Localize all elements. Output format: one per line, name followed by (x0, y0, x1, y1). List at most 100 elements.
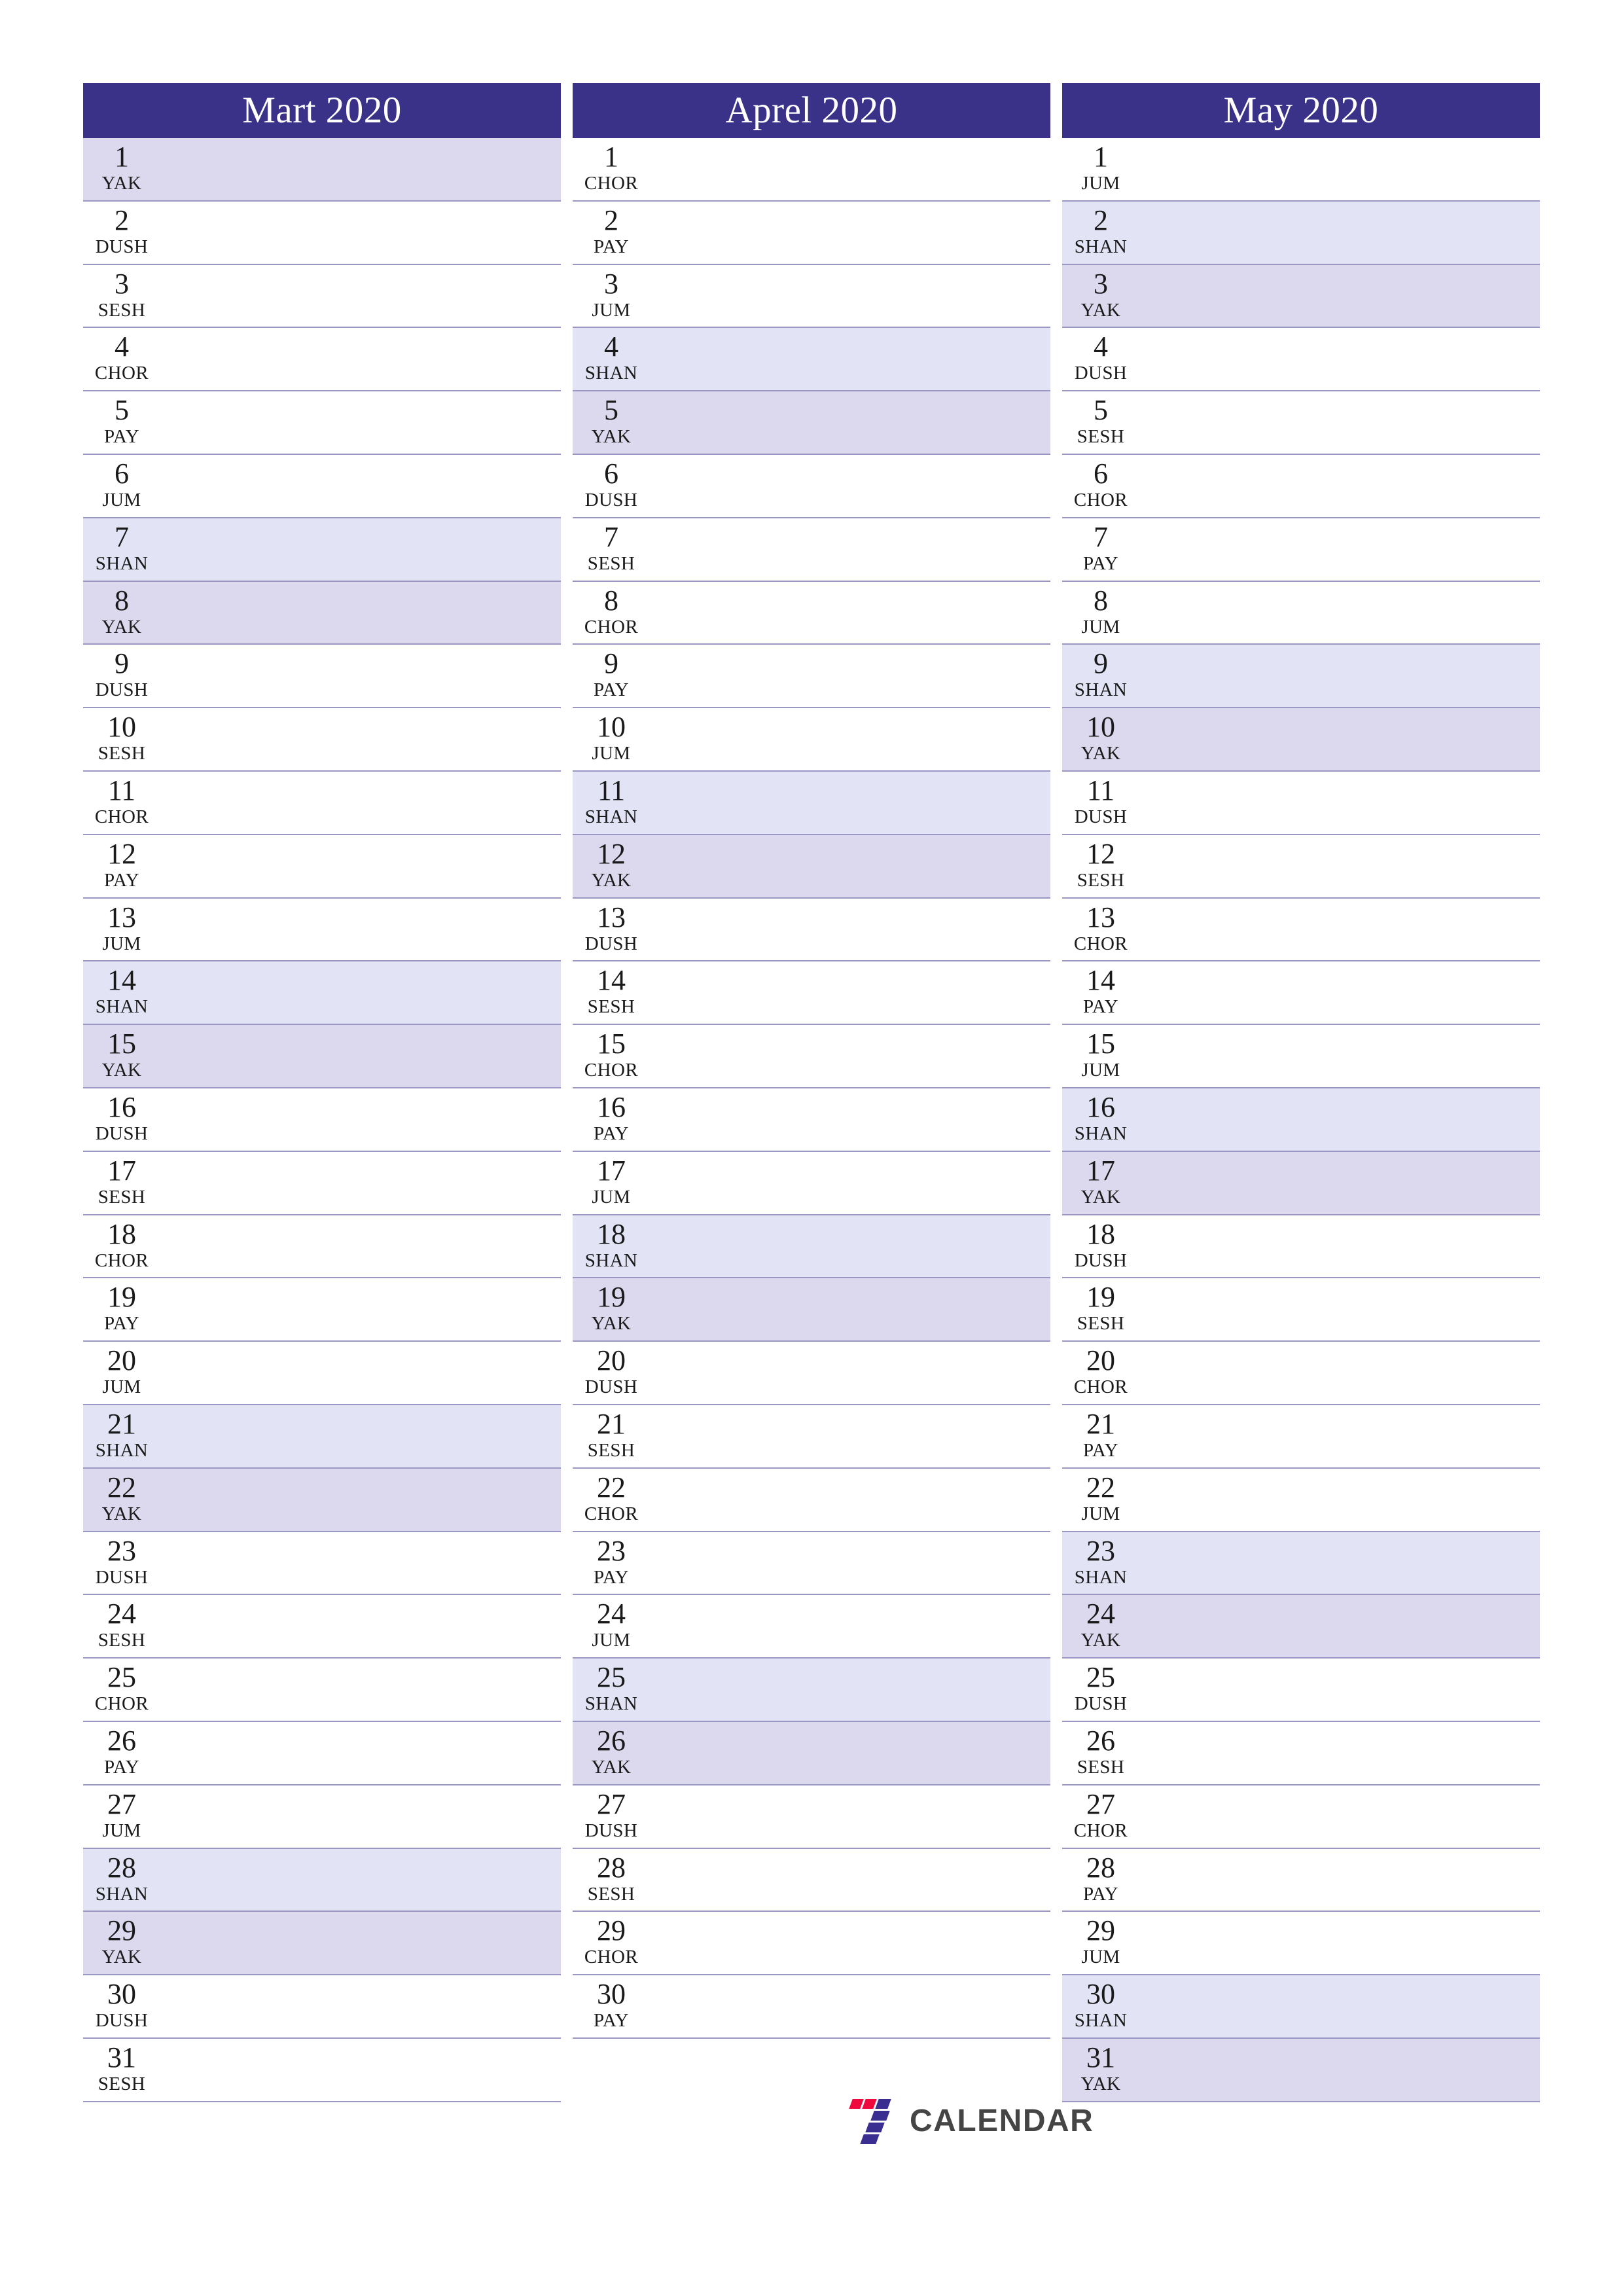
day-row[interactable]: 25 CHOR (83, 1659, 561, 1722)
day-row[interactable]: 2 SHAN (1062, 201, 1540, 265)
day-row[interactable]: 21 PAY (1062, 1405, 1540, 1469)
day-row[interactable]: 3 JUM (573, 264, 1050, 329)
day-row[interactable]: 1 JUM (1062, 138, 1540, 202)
day-row[interactable]: 28 SESH (573, 1848, 1050, 1912)
day-row[interactable]: 30 SHAN (1062, 1975, 1540, 2039)
day-row[interactable]: 18 SHAN (573, 1215, 1050, 1279)
day-row[interactable]: 1 YAK (83, 138, 561, 202)
day-row[interactable]: 19 YAK (573, 1278, 1050, 1342)
day-row[interactable]: 22 YAK (83, 1468, 561, 1532)
day-row[interactable]: 4 DUSH (1062, 328, 1540, 392)
day-row[interactable]: 4 SHAN (573, 328, 1050, 392)
day-row[interactable]: 5 YAK (573, 391, 1050, 455)
day-row[interactable]: 23 DUSH (83, 1532, 561, 1596)
day-row[interactable]: 27 CHOR (1062, 1785, 1540, 1849)
day-row[interactable]: 21 SHAN (83, 1405, 561, 1469)
day-row[interactable]: 8 YAK (83, 581, 561, 645)
day-row[interactable]: 28 SHAN (83, 1848, 561, 1912)
day-row[interactable]: 14 SESH (573, 961, 1050, 1026)
day-row[interactable]: 12 PAY (83, 834, 561, 899)
day-row[interactable]: 8 JUM (1062, 581, 1540, 645)
day-row[interactable]: 23 PAY (573, 1532, 1050, 1596)
day-row[interactable]: 25 DUSH (1062, 1659, 1540, 1722)
day-row[interactable]: 9 SHAN (1062, 645, 1540, 709)
day-row[interactable]: 19 SESH (1062, 1278, 1540, 1342)
day-weekday: YAK (101, 173, 142, 194)
day-row[interactable]: 29 YAK (83, 1912, 561, 1976)
day-row[interactable]: 18 CHOR (83, 1215, 561, 1279)
day-row[interactable]: 7 SHAN (83, 518, 561, 582)
day-row[interactable]: 13 DUSH (573, 898, 1050, 962)
day-row[interactable]: 16 SHAN (1062, 1088, 1540, 1152)
day-row[interactable]: 22 CHOR (573, 1468, 1050, 1532)
day-row[interactable]: 1 CHOR (573, 138, 1050, 202)
day-weekday: CHOR (94, 1693, 149, 1715)
logo-segment-red-2 (862, 2099, 877, 2109)
day-row[interactable]: 30 DUSH (83, 1975, 561, 2039)
day-row[interactable]: 6 CHOR (1062, 454, 1540, 518)
day-row[interactable]: 29 CHOR (573, 1912, 1050, 1976)
day-row[interactable]: 11 CHOR (83, 771, 561, 835)
day-row[interactable]: 3 YAK (1062, 264, 1540, 329)
day-row[interactable]: 14 SHAN (83, 961, 561, 1026)
day-weekday: DUSH (584, 933, 638, 954)
day-row[interactable]: 26 SESH (1062, 1721, 1540, 1785)
day-row[interactable]: 31 SESH (83, 2038, 561, 2102)
day-weekday: DUSH (584, 1820, 638, 1841)
day-row[interactable]: 19 PAY (83, 1278, 561, 1342)
day-row[interactable]: 15 JUM (1062, 1025, 1540, 1088)
day-row[interactable]: 24 SESH (83, 1595, 561, 1659)
day-row[interactable]: 7 PAY (1062, 518, 1540, 582)
day-row[interactable]: 13 CHOR (1062, 898, 1540, 962)
day-row[interactable]: 18 DUSH (1062, 1215, 1540, 1279)
day-row[interactable]: 15 CHOR (573, 1025, 1050, 1088)
day-row[interactable]: 17 YAK (1062, 1151, 1540, 1215)
day-row[interactable]: 31 YAK (1062, 2038, 1540, 2102)
day-row[interactable]: 12 SESH (1062, 834, 1540, 899)
day-row[interactable]: 10 SESH (83, 708, 561, 772)
day-row[interactable]: 16 PAY (573, 1088, 1050, 1152)
day-row[interactable]: 27 DUSH (573, 1785, 1050, 1849)
day-number: 19 (107, 1281, 136, 1314)
day-row[interactable]: 30 PAY (573, 1975, 1050, 2039)
day-row[interactable]: 28 PAY (1062, 1848, 1540, 1912)
day-row[interactable]: 9 DUSH (83, 645, 561, 709)
day-row[interactable]: 20 JUM (83, 1342, 561, 1405)
day-row[interactable]: 21 SESH (573, 1405, 1050, 1469)
day-row[interactable]: 26 PAY (83, 1721, 561, 1785)
day-row[interactable]: 10 YAK (1062, 708, 1540, 772)
day-row[interactable]: 24 JUM (573, 1595, 1050, 1659)
day-row[interactable]: 11 DUSH (1062, 771, 1540, 835)
day-row[interactable]: 24 YAK (1062, 1595, 1540, 1659)
day-row[interactable]: 6 DUSH (573, 454, 1050, 518)
day-row[interactable]: 20 CHOR (1062, 1342, 1540, 1405)
day-row[interactable]: 6 JUM (83, 454, 561, 518)
day-number: 13 (1086, 901, 1115, 933)
day-row[interactable]: 22 JUM (1062, 1468, 1540, 1532)
day-row[interactable]: 26 YAK (573, 1721, 1050, 1785)
day-row[interactable]: 25 SHAN (573, 1659, 1050, 1722)
day-row[interactable]: 4 CHOR (83, 328, 561, 392)
day-row[interactable]: 27 JUM (83, 1785, 561, 1849)
day-row[interactable]: 9 PAY (573, 645, 1050, 709)
day-row[interactable]: 2 DUSH (83, 201, 561, 265)
day-row[interactable]: 16 DUSH (83, 1088, 561, 1152)
day-row[interactable]: 14 PAY (1062, 961, 1540, 1026)
day-row[interactable]: 15 YAK (83, 1025, 561, 1088)
day-row[interactable]: 8 CHOR (573, 581, 1050, 645)
day-row[interactable]: 13 JUM (83, 898, 561, 962)
day-row[interactable]: 17 JUM (573, 1151, 1050, 1215)
day-row[interactable]: 23 SHAN (1062, 1532, 1540, 1596)
day-row[interactable]: 11 SHAN (573, 771, 1050, 835)
day-row[interactable]: 3 SESH (83, 264, 561, 329)
day-row[interactable]: 5 SESH (1062, 391, 1540, 455)
day-row[interactable]: 10 JUM (573, 708, 1050, 772)
day-row[interactable]: 5 PAY (83, 391, 561, 455)
day-weekday: DUSH (584, 1376, 638, 1398)
day-row[interactable]: 12 YAK (573, 834, 1050, 899)
day-row[interactable]: 17 SESH (83, 1151, 561, 1215)
day-row[interactable]: 2 PAY (573, 201, 1050, 265)
day-row[interactable]: 29 JUM (1062, 1912, 1540, 1976)
day-row[interactable]: 7 SESH (573, 518, 1050, 582)
day-row[interactable]: 20 DUSH (573, 1342, 1050, 1405)
